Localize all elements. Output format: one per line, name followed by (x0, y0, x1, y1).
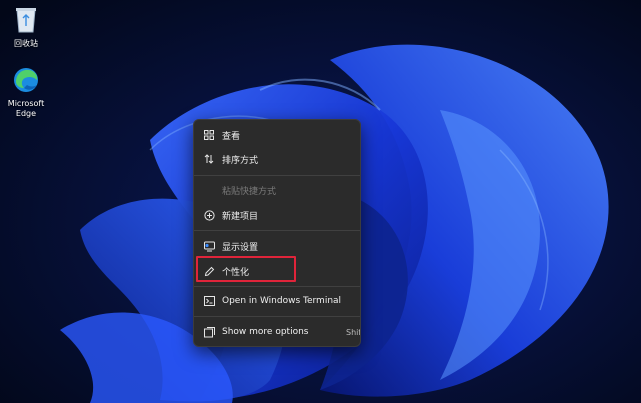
recycle-bin-icon (0, 4, 52, 37)
display-settings-icon (203, 240, 215, 252)
highlight-annotation-box (196, 256, 296, 282)
menu-item-open-terminal[interactable]: Open in Windows Terminal (194, 289, 360, 313)
menu-item-label: 粘贴快捷方式 (222, 186, 277, 197)
menu-item-view[interactable]: 查看 (194, 123, 360, 147)
more-options-icon (203, 326, 215, 338)
desktop-context-menu: 查看 排序方式 粘贴快捷方式 新建项目 显示设置 个性化 Open in Win… (193, 119, 361, 347)
menu-separator (194, 175, 360, 176)
menu-item-paste-shortcut: 粘贴快捷方式 (194, 178, 360, 202)
menu-separator (194, 286, 360, 287)
desktop-icon-label: Microsoft Edge (7, 99, 45, 118)
desktop-icon-edge[interactable]: Microsoft Edge (0, 66, 52, 119)
menu-item-label: 查看 (222, 131, 241, 142)
desktop-icon-label: 回收站 (14, 39, 38, 48)
sort-icon (203, 153, 215, 165)
terminal-icon (203, 295, 215, 307)
menu-item-show-more-options[interactable]: Show more options Shift (194, 320, 360, 344)
view-grid-icon (203, 129, 215, 141)
desktop-icon-recycle-bin[interactable]: 回收站 (0, 4, 52, 49)
new-item-icon (203, 209, 215, 221)
edge-icon (0, 66, 52, 97)
menu-item-label: Open in Windows Terminal (222, 296, 342, 306)
menu-separator (194, 316, 360, 317)
menu-item-label: Show more options (222, 327, 309, 337)
menu-item-label: 新建项目 (222, 211, 259, 222)
menu-item-shortcut: Shift (346, 327, 361, 337)
menu-item-display-settings[interactable]: 显示设置 (194, 234, 360, 258)
menu-item-sort-by[interactable]: 排序方式 (194, 147, 360, 171)
menu-separator (194, 230, 360, 231)
menu-item-label: 显示设置 (222, 242, 259, 253)
menu-item-new[interactable]: 新建项目 (194, 203, 360, 227)
menu-item-label: 排序方式 (222, 155, 259, 166)
